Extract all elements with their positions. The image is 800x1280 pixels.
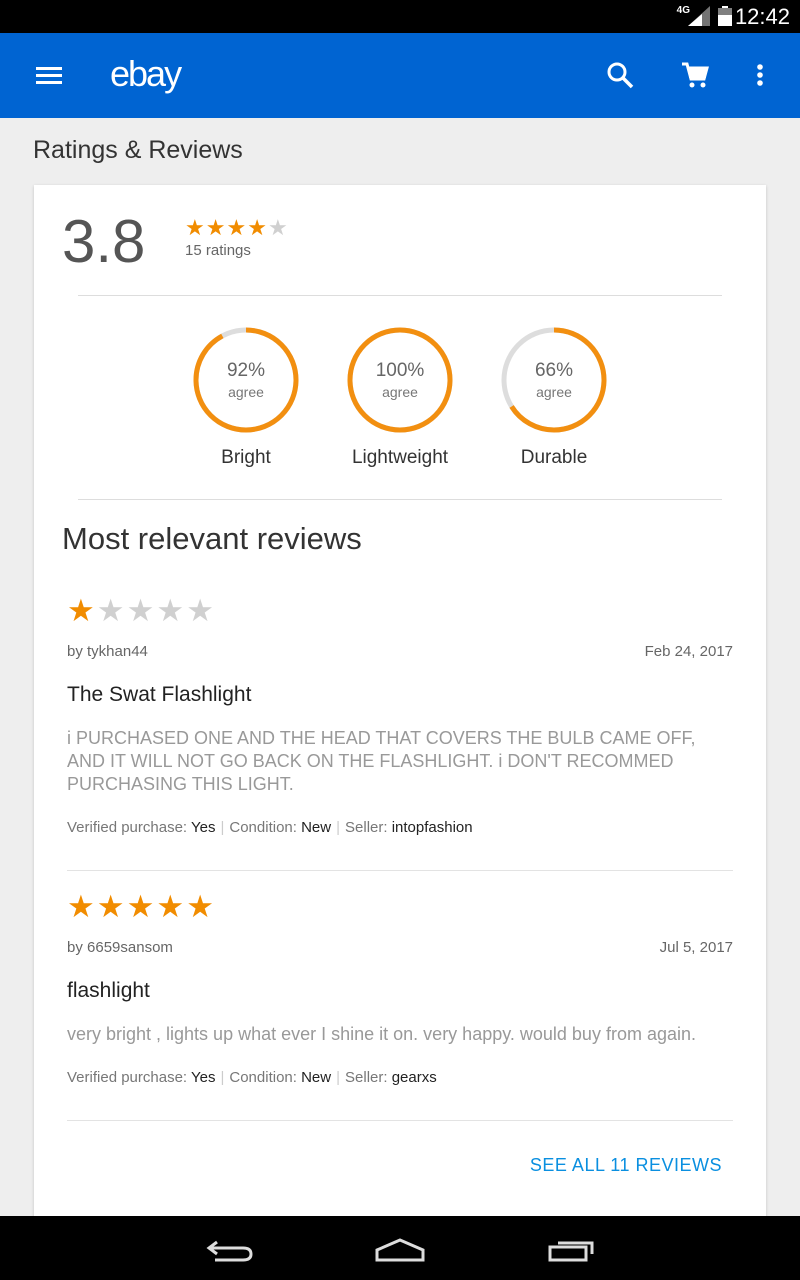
reviews-card: 3.8 ★★★★★ 15 ratings 92% agree Bright 10… [34, 185, 766, 1230]
aspect-name: Durable [520, 447, 588, 468]
seller-value[interactable]: intopfashion [392, 819, 473, 836]
back-icon[interactable] [205, 1238, 255, 1262]
divider [78, 499, 722, 500]
star-empty-icon: ★ [126, 593, 157, 628]
star-empty-icon: ★ [186, 593, 216, 628]
review-item[interactable]: ★★★★★ by 6659sansom Jul 5, 2017 flashlig… [67, 891, 733, 1121]
condition-value: New [301, 819, 332, 836]
page-title: Ratings & Reviews [33, 136, 243, 164]
app-bar: ebay [0, 33, 800, 118]
star-empty-icon: ★ [267, 215, 289, 240]
aspect-percent: 66% [534, 360, 574, 381]
signal-icon [688, 6, 710, 26]
seller-value[interactable]: gearxs [392, 1069, 437, 1086]
review-meta: Verified purchase: Yes | Condition: New | Se… [67, 819, 473, 836]
aspect-durable: 66% agree Durable [494, 325, 614, 469]
star-filled-icon: ★ [247, 215, 268, 240]
star-filled-icon: ★ [205, 215, 227, 240]
home-icon[interactable] [374, 1238, 426, 1262]
star-filled-icon: ★ [126, 889, 157, 924]
review-divider [67, 1120, 733, 1121]
see-all-reviews-link[interactable]: SEE ALL 11 REVIEWS [530, 1155, 722, 1176]
aspect-bright: 92% agree Bright [186, 325, 306, 469]
more-vert-icon[interactable] [748, 61, 772, 89]
seller-label: Seller: [345, 1069, 388, 1086]
condition-label: Condition: [229, 819, 297, 836]
star-filled-icon: ★ [185, 215, 206, 240]
verified-label: Verified purchase: [67, 1069, 188, 1086]
star-filled-icon: ★ [186, 889, 216, 924]
review-date: Feb 24, 2017 [644, 643, 733, 660]
menu-icon[interactable] [36, 62, 62, 88]
clock: 12:42 [734, 4, 790, 29]
verified-value: Yes [190, 1069, 216, 1086]
review-title: The Swat Flashlight [67, 683, 252, 706]
review-stars: ★★★★★ [67, 891, 733, 922]
star-filled-icon: ★ [226, 215, 248, 240]
aspect-name: Lightweight [351, 447, 449, 468]
ratings-count: 15 ratings [185, 242, 251, 259]
aspect-lightweight: 100% agree Lightweight [340, 325, 460, 469]
reviews-section-title: Most relevant reviews [62, 521, 362, 556]
condition-label: Condition: [229, 1069, 297, 1086]
star-filled-icon: ★ [67, 889, 97, 924]
cart-icon[interactable] [681, 61, 709, 89]
divider [78, 295, 722, 296]
review-stars: ★★★★★ [67, 595, 733, 626]
verified-value: Yes [190, 819, 216, 836]
average-stars: ★★★★★ [185, 215, 289, 241]
review-body: i PURCHASED ONE AND THE HEAD THAT COVERS… [67, 728, 696, 794]
review-date: Jul 5, 2017 [659, 939, 733, 956]
seller-label: Seller: [345, 819, 388, 836]
star-filled-icon: ★ [156, 889, 187, 924]
star-empty-icon: ★ [156, 593, 187, 628]
verified-label: Verified purchase: [67, 819, 188, 836]
ebay-logo[interactable]: ebay [110, 53, 182, 95]
aspect-percent: 100% [375, 360, 425, 381]
status-bar: 4G 12:42 [0, 0, 800, 33]
aspect-name: Bright [221, 447, 271, 468]
aspect-agree: agree [536, 384, 572, 400]
review-author: by tykhan44 [67, 643, 148, 660]
recent-apps-icon[interactable] [548, 1238, 596, 1262]
review-item[interactable]: ★★★★★ by tykhan44 Feb 24, 2017 The Swat … [67, 595, 733, 871]
star-filled-icon: ★ [67, 593, 97, 628]
aspect-agree: agree [382, 384, 418, 400]
battery-icon [718, 6, 732, 26]
review-meta: Verified purchase: Yes | Condition: New | Se… [67, 1069, 437, 1086]
review-body: very bright , lights up what ever I shin… [67, 1024, 696, 1044]
review-title: flashlight [67, 979, 150, 1002]
aspect-percent: 92% [226, 360, 266, 381]
aspect-agree: agree [228, 384, 264, 400]
review-author: by 6659sansom [67, 939, 173, 956]
review-divider [67, 870, 733, 871]
star-filled-icon: ★ [96, 889, 127, 924]
star-empty-icon: ★ [96, 593, 127, 628]
average-rating: 3.8 [62, 208, 146, 275]
search-icon[interactable] [606, 61, 634, 89]
system-nav-bar [0, 1216, 800, 1280]
condition-value: New [301, 1069, 332, 1086]
